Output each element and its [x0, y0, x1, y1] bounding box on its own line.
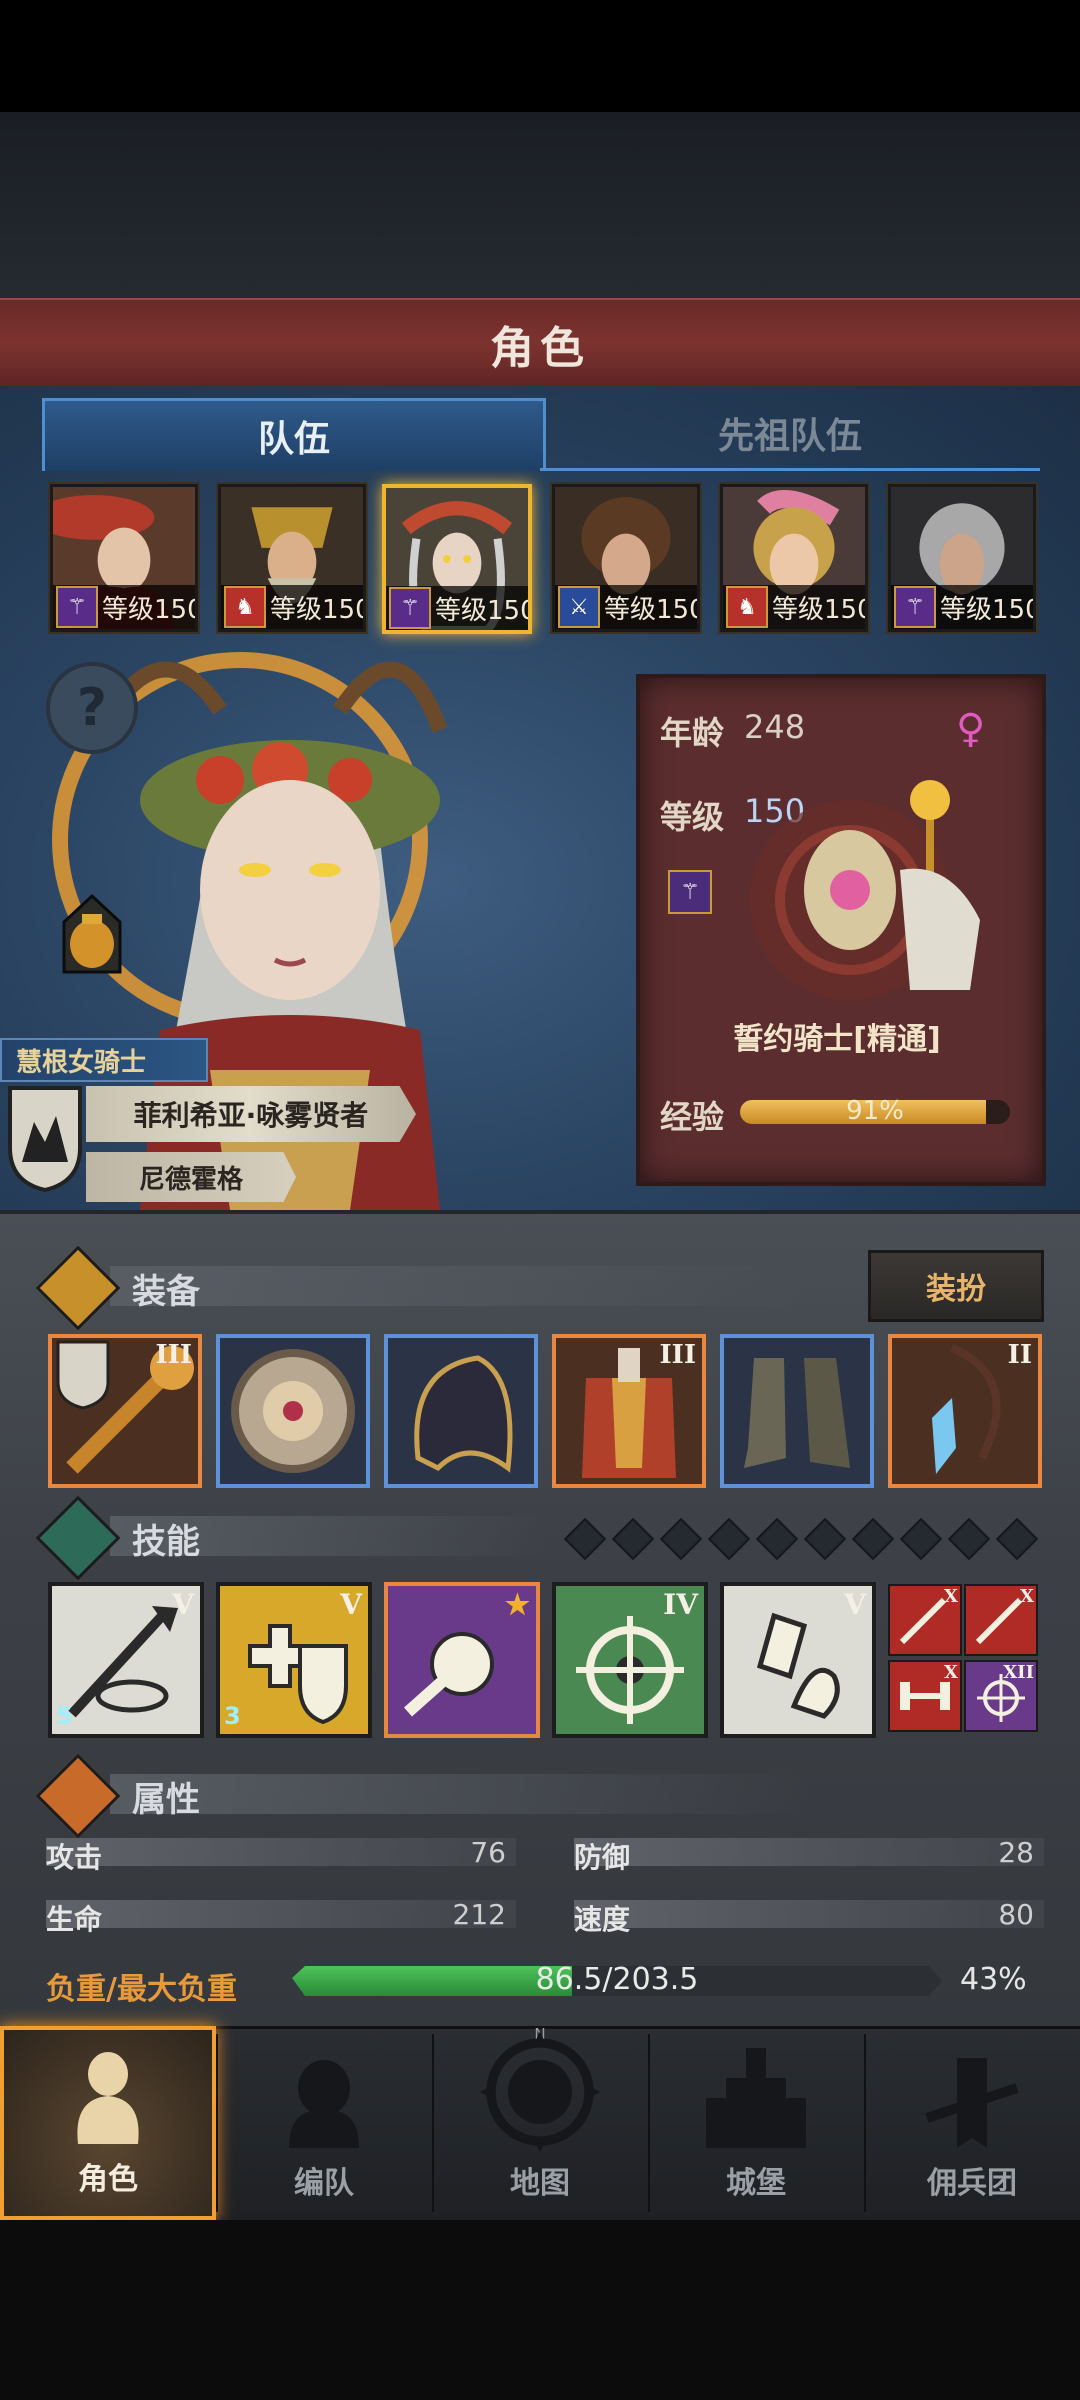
nav-castle[interactable]: 城堡: [648, 2026, 864, 2220]
character-origin: 尼德霍格: [138, 1164, 243, 1195]
buff-target[interactable]: XII: [964, 1660, 1038, 1732]
skill-spear[interactable]: V 5: [48, 1582, 204, 1738]
party-member-5[interactable]: ♞ 等级150: [720, 484, 868, 632]
mercenary-banner-icon: [925, 2058, 1019, 2148]
castle-icon: [706, 2048, 806, 2148]
equip-shield-slot[interactable]: [216, 1334, 370, 1488]
load-label: 负重/最大负重: [46, 1972, 237, 2007]
skill-heal-shield[interactable]: V 3: [216, 1582, 372, 1738]
bottom-bar: [0, 2220, 1080, 2400]
character-name-plate: 菲利希亚·咏雾贤者: [86, 1086, 416, 1142]
equip-weapon-slot[interactable]: III: [48, 1334, 202, 1488]
attack-value: 76: [470, 1836, 506, 1869]
staff-class-icon: ⚚: [668, 870, 712, 914]
tier-label: V: [172, 1588, 194, 1621]
staff-class-icon: ⚚: [894, 586, 936, 628]
star-icon: ★: [504, 1588, 530, 1621]
age-value: 248: [744, 708, 806, 746]
buff-sword-2[interactable]: X: [964, 1584, 1038, 1656]
skill-target[interactable]: IV: [552, 1582, 708, 1738]
potion-icon[interactable]: [50, 892, 134, 988]
page-title: 角色: [490, 323, 590, 374]
character-name: 菲利希亚·咏雾贤者: [133, 1099, 369, 1132]
tab-ancestor-label: 先祖队伍: [717, 416, 862, 457]
exp-percent: 91%: [846, 1096, 904, 1126]
speed-label: 速度: [574, 1903, 631, 1936]
hp-value: 212: [452, 1898, 506, 1931]
knight-icon: [77, 2052, 139, 2144]
party-member-6[interactable]: ⚚ 等级150: [888, 484, 1036, 632]
defense-value: 28: [998, 1836, 1034, 1869]
equipment-title: 装备: [132, 1272, 200, 1312]
hood-icon: [414, 1355, 513, 1473]
tier-label: II: [1007, 1340, 1032, 1370]
age-label: 年龄: [660, 714, 725, 752]
exp-label: 经验: [660, 1098, 725, 1136]
buff-sword[interactable]: X: [888, 1584, 962, 1656]
nav-map[interactable]: N 地图: [432, 2026, 648, 2220]
buff-strength[interactable]: X: [888, 1660, 962, 1732]
status-bar: [0, 0, 1080, 112]
level-label: 等级150: [772, 594, 868, 625]
class-emblem-art: [750, 780, 980, 1000]
nav-character[interactable]: 角色: [0, 2026, 216, 2220]
tab-team-label: 队伍: [257, 419, 330, 460]
top-backdrop: [0, 112, 1080, 298]
level-label: 等级: [660, 798, 725, 836]
class-name: 誓约骑士[精通]: [733, 1022, 941, 1057]
gem-count: 3: [224, 1702, 241, 1730]
boots-icon: [744, 1358, 850, 1468]
skill-crystal[interactable]: V: [720, 1582, 876, 1738]
tab-team[interactable]: 队伍: [42, 398, 546, 471]
help-button[interactable]: ?: [46, 662, 138, 754]
tier-label: IV: [663, 1588, 698, 1621]
level-label: 等级150: [940, 594, 1036, 625]
tab-ancestor-team[interactable]: 先祖队伍: [540, 398, 1040, 471]
equip-hood-slot[interactable]: [384, 1334, 538, 1488]
outfit-button[interactable]: 装扮: [868, 1250, 1044, 1322]
attack-label: 攻击: [46, 1841, 103, 1874]
defense-label: 防御: [574, 1841, 631, 1874]
formation-icon: [289, 2060, 359, 2148]
section-divider: [110, 1774, 810, 1814]
skills-title: 技能: [132, 1522, 200, 1562]
equip-boots-slot[interactable]: [720, 1334, 874, 1488]
character-origin-plate: 尼德霍格: [86, 1152, 296, 1202]
hp-label: 生命: [46, 1903, 103, 1936]
female-gender-icon: ♀: [956, 706, 986, 752]
horse-class-icon: ♞: [726, 586, 768, 628]
compass-map-icon: N: [479, 2026, 601, 2153]
tier-label: III: [155, 1340, 193, 1370]
character-title: 慧根女骑士: [0, 1038, 208, 1082]
shield-icon: [231, 1349, 355, 1473]
tier-label: V: [844, 1588, 866, 1621]
load-value: 86.5/203.5: [535, 1962, 699, 1997]
tier-label: V: [340, 1588, 362, 1621]
speed-value: 80: [998, 1898, 1034, 1931]
title-bar: 角色: [0, 298, 1080, 390]
question-icon: ?: [76, 678, 108, 738]
equip-amulet-slot[interactable]: II: [888, 1334, 1042, 1488]
gem-count: 5: [56, 1702, 73, 1730]
section-divider: [110, 1266, 810, 1306]
load-percent: 43%: [960, 1962, 1027, 1997]
faction-crest-icon: [8, 1086, 82, 1193]
tier-label: III: [659, 1340, 697, 1370]
nav-formation[interactable]: 编队: [216, 2026, 432, 2220]
attributes-title: 属性: [132, 1780, 200, 1820]
equip-armor-slot[interactable]: III: [552, 1334, 706, 1488]
nav-mercenary[interactable]: 佣兵团: [864, 2026, 1080, 2220]
skill-star-burst[interactable]: ★: [384, 1582, 540, 1738]
